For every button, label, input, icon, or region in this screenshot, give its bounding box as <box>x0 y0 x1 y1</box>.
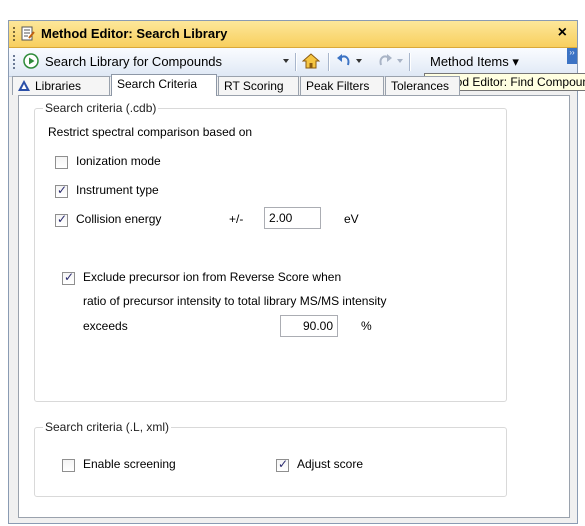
tab-rt-scoring[interactable]: RT Scoring <box>218 76 299 95</box>
precursor-ratio-text: ratio of precursor intensity to total li… <box>83 294 387 308</box>
exceeds-text: exceeds <box>83 319 128 333</box>
title-grip[interactable] <box>13 27 18 41</box>
redo-icon[interactable] <box>377 52 393 70</box>
enable-screening-checkbox[interactable] <box>62 459 75 472</box>
ionization-mode-checkbox[interactable] <box>55 156 68 169</box>
precursor-threshold-input[interactable] <box>280 315 338 337</box>
window-title: Method Editor: Search Library <box>41 26 228 41</box>
tab-libraries[interactable]: Libraries <box>12 76 110 95</box>
tab-search-criteria[interactable]: Search Criteria <box>111 74 217 96</box>
group-search-criteria-cdb: Search criteria (.cdb) Restrict spectral… <box>34 101 507 402</box>
group-label: Search criteria (.cdb) <box>43 101 159 115</box>
search-criteria-panel: Search criteria (.cdb) Restrict spectral… <box>18 95 570 518</box>
close-icon[interactable]: × <box>558 24 567 42</box>
title-bar[interactable]: Method Editor: Search Library × <box>9 21 577 48</box>
tab-peak-filters[interactable]: Peak Filters <box>300 76 384 95</box>
tab-label: RT Scoring <box>224 79 284 93</box>
exclude-precursor-checkbox[interactable] <box>62 270 75 285</box>
run-dropdown-arrow[interactable] <box>283 59 289 63</box>
toolbar-grip[interactable] <box>13 55 15 69</box>
restrict-text: Restrict spectral comparison based on <box>48 125 253 139</box>
tab-label: Tolerances <box>391 79 450 93</box>
run-search-button[interactable]: Search Library for Compounds <box>45 54 222 69</box>
plus-minus-label: +/- <box>229 212 244 226</box>
toolbar-overflow-button[interactable]: ›› <box>567 48 577 64</box>
toolbar-separator <box>409 53 411 71</box>
redo-dropdown-arrow[interactable] <box>397 59 403 63</box>
instrument-type-checkbox[interactable] <box>55 183 68 198</box>
method-items-menu[interactable]: Method Items ▾ <box>430 54 519 70</box>
collision-energy-input[interactable] <box>264 207 321 229</box>
undo-icon[interactable] <box>336 52 352 70</box>
enable-screening-label[interactable]: Enable screening <box>83 457 176 471</box>
tab-tolerances[interactable]: Tolerances <box>385 76 460 95</box>
libraries-icon <box>18 80 30 91</box>
ionization-mode-label[interactable]: Ionization mode <box>76 154 161 168</box>
ev-unit-label: eV <box>344 212 359 226</box>
document-edit-icon <box>21 26 35 41</box>
home-icon[interactable] <box>302 52 320 70</box>
percent-unit-label: % <box>361 319 372 333</box>
undo-dropdown-arrow[interactable] <box>356 59 362 63</box>
group-label: Search criteria (.L, xml) <box>43 420 172 434</box>
tab-label: Libraries <box>35 79 82 93</box>
instrument-type-label[interactable]: Instrument type <box>76 183 159 197</box>
tab-label: Search Criteria <box>117 77 198 91</box>
run-icon[interactable] <box>23 53 39 69</box>
toolbar-separator <box>328 53 330 71</box>
exclude-precursor-label[interactable]: Exclude precursor ion from Reverse Score… <box>83 270 341 284</box>
toolbar-separator <box>295 53 297 71</box>
tab-label: Peak Filters <box>306 79 370 93</box>
adjust-score-label[interactable]: Adjust score <box>297 457 363 471</box>
collision-energy-label[interactable]: Collision energy <box>76 212 161 226</box>
adjust-score-checkbox[interactable] <box>276 457 289 472</box>
collision-energy-checkbox[interactable] <box>55 212 68 227</box>
group-search-criteria-xml: Search criteria (.L, xml) Enable screeni… <box>34 420 507 497</box>
